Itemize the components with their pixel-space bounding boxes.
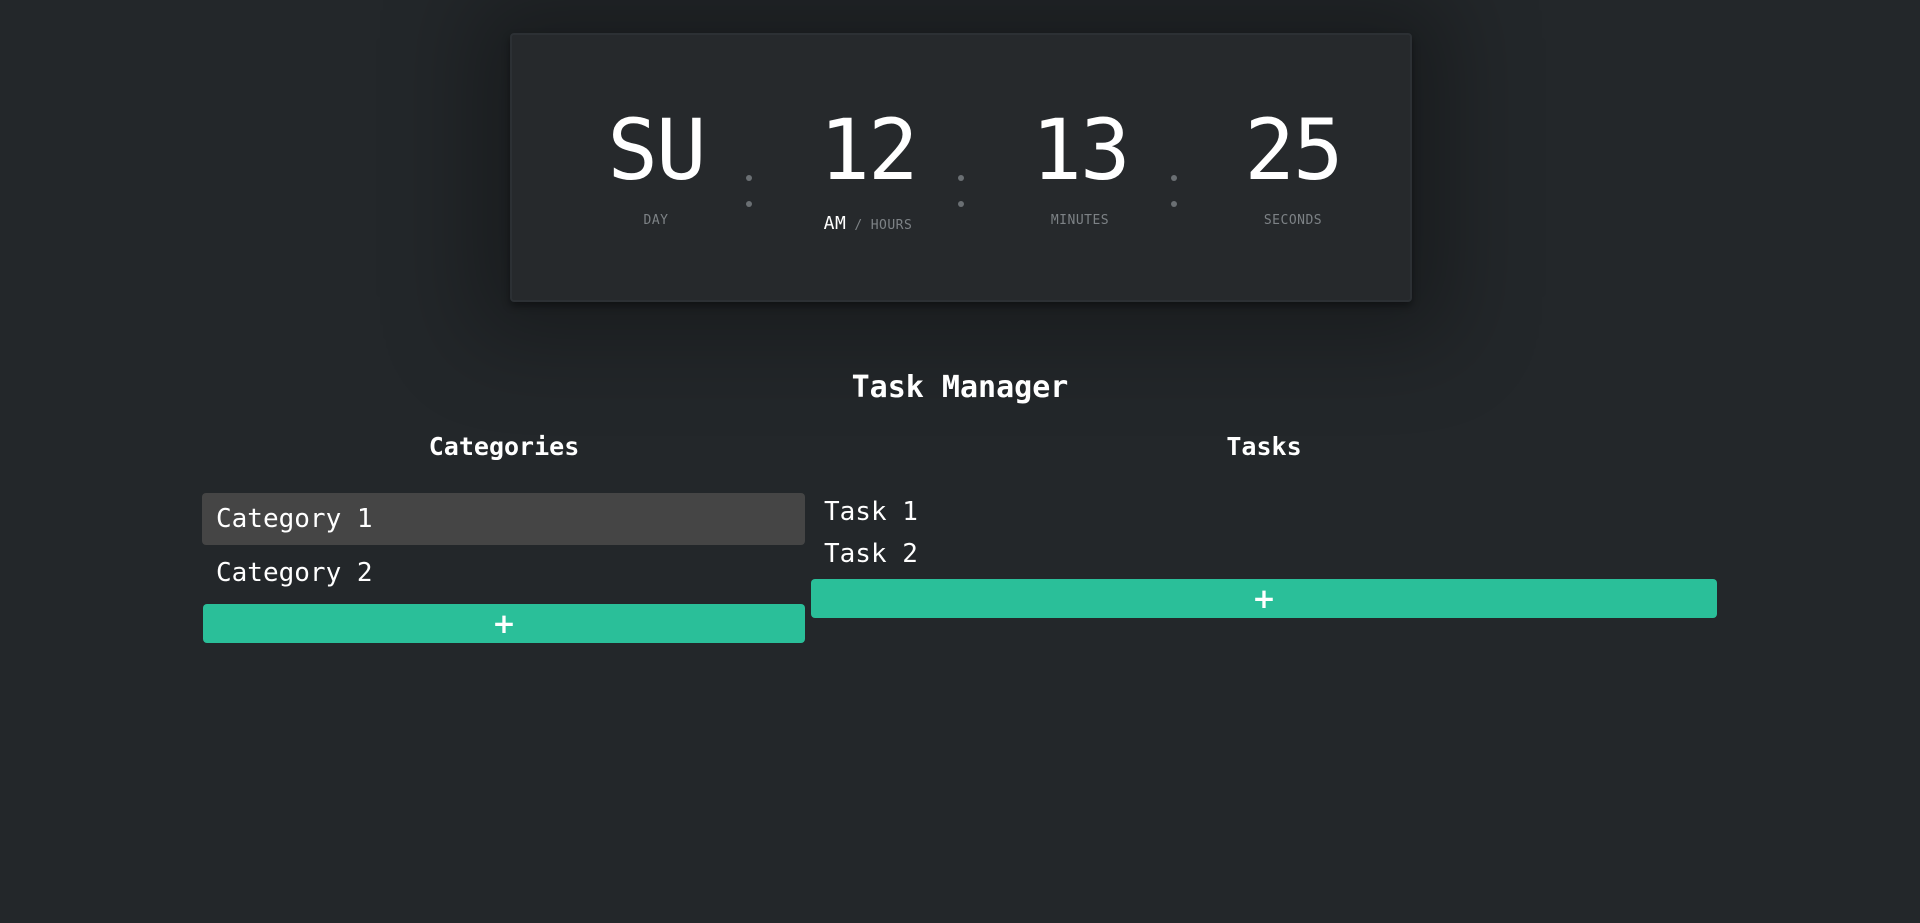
clock-hours-label-group: AM / HOURS: [768, 213, 968, 234]
add-category-button[interactable]: +: [203, 604, 805, 643]
category-item[interactable]: Category 2: [202, 547, 805, 599]
clock-seconds-label: SECONDS: [1263, 213, 1323, 228]
categories-heading: Categories: [428, 432, 580, 461]
clock-day: SU DAY: [556, 95, 756, 228]
clock-minutes: 13 MINUTES: [980, 95, 1180, 228]
clock-minutes-label: MINUTES: [1050, 213, 1110, 228]
clock-separator: [958, 175, 966, 211]
clock-minutes-value: 13: [1031, 101, 1130, 199]
clock-label-separator: /: [854, 218, 863, 233]
clock-day-label: DAY: [643, 213, 669, 228]
clock-card: SU DAY 12 AM / HOURS 13 MINUTES 25 SECONDS: [510, 33, 1412, 302]
clock-hours-label: HOURS: [870, 218, 913, 233]
add-task-button[interactable]: +: [811, 579, 1717, 618]
clock-hours: 12 AM / HOURS: [768, 95, 968, 234]
task-item[interactable]: Task 1: [810, 492, 918, 532]
clock-ampm: AM: [823, 213, 847, 234]
category-item[interactable]: Category 1: [202, 493, 805, 545]
clock-separator: [746, 175, 754, 211]
task-item[interactable]: Task 2: [810, 534, 918, 574]
tasks-heading: Tasks: [1226, 432, 1302, 461]
clock-separator: [1171, 175, 1179, 211]
clock-hours-value: 12: [819, 101, 918, 199]
page-title: Task Manager: [851, 370, 1069, 405]
clock-seconds: 25 SECONDS: [1193, 95, 1393, 228]
clock-day-value: SU: [607, 101, 706, 199]
clock-seconds-value: 25: [1244, 101, 1343, 199]
